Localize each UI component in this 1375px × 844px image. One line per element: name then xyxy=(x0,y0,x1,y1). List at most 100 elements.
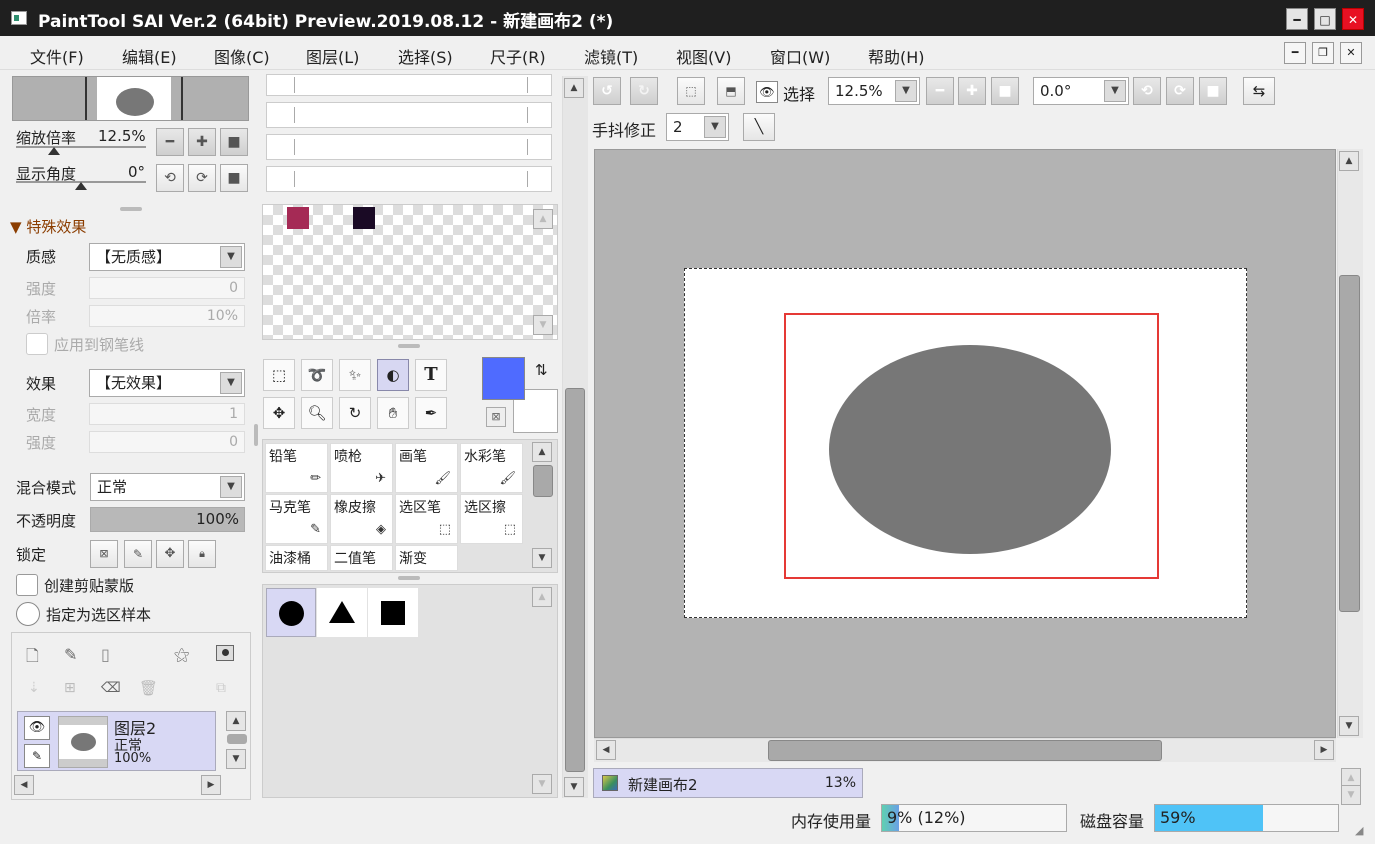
clear-layer-icon[interactable]: ⌫ xyxy=(101,680,121,696)
apply-pen-checkbox[interactable] xyxy=(26,333,48,355)
canvas-zoom-in-button[interactable]: ✚ xyxy=(958,77,986,105)
swap-colors-icon[interactable]: ⇅ xyxy=(535,361,548,379)
angle-slider-handle[interactable] xyxy=(75,182,87,190)
brush-select-eraser[interactable]: 选区擦 ⬚ xyxy=(460,494,523,544)
flip-horizontal-button[interactable]: ⇆ xyxy=(1243,77,1275,105)
layer-scroll-down[interactable]: ▼ xyxy=(226,749,246,769)
panel-splitter[interactable] xyxy=(120,207,142,211)
layer-effect-icon[interactable]: ⚝ xyxy=(174,645,190,665)
menu-edit[interactable]: 编辑(E) xyxy=(122,44,177,68)
panel-splitter[interactable] xyxy=(398,576,420,580)
magic-wand-icon[interactable]: ✨︎ xyxy=(339,359,371,391)
doc-minimize-button[interactable]: ━ xyxy=(1284,42,1306,64)
lock-transparency-button[interactable]: ⊠ xyxy=(90,540,118,568)
brush-scroll-thumb[interactable] xyxy=(533,465,553,497)
pencil-icon[interactable]: ✎ xyxy=(24,744,50,768)
rotate-reset-button[interactable]: ■ xyxy=(220,164,248,192)
swatch-1[interactable] xyxy=(287,207,309,229)
shape-scroll-up[interactable]: ▲ xyxy=(532,587,552,607)
menu-image[interactable]: 图像(C) xyxy=(214,44,270,68)
new-folder-icon[interactable]: ▯ xyxy=(101,645,110,664)
eye-icon[interactable]: 👁︎ xyxy=(756,81,778,103)
swatch-2[interactable] xyxy=(353,207,375,229)
canvas-hscroll-thumb[interactable] xyxy=(768,740,1162,761)
zoom-reset-button[interactable]: ■ xyxy=(220,128,248,156)
canvas-document[interactable] xyxy=(684,268,1247,618)
color-swatches[interactable]: ▲ ▼ xyxy=(262,204,558,340)
delete-layer-icon[interactable]: 🗑︎ xyxy=(139,679,158,697)
panel-resize-handle[interactable] xyxy=(254,424,258,446)
doc-restore-button[interactable]: ❐ xyxy=(1312,42,1334,64)
blend-select[interactable]: 正常 ▼ xyxy=(90,473,245,501)
brush-select-pen[interactable]: 选区笔 ⬚ xyxy=(395,494,458,544)
rotate-left-button[interactable]: ⟲ xyxy=(156,164,184,192)
menu-window[interactable]: 窗口(W) xyxy=(770,44,830,68)
canvas-scroll-right[interactable]: ▶ xyxy=(1314,740,1334,760)
layer-scroll-left[interactable]: ◀ xyxy=(14,775,34,795)
lock-paint-button[interactable]: ✎ xyxy=(124,540,152,568)
zoom-slider[interactable] xyxy=(16,146,146,148)
tabs-scroll-down[interactable]: ▼ xyxy=(1341,785,1361,805)
shape-tool-icon[interactable]: ◐ xyxy=(377,359,409,391)
tools-scroll-up[interactable]: ▲ xyxy=(564,78,584,98)
merge-down-icon[interactable]: ⇣ xyxy=(28,680,40,696)
canvas-rotate-right-button[interactable]: ⟳ xyxy=(1166,77,1194,105)
brush-scroll-up[interactable]: ▲ xyxy=(532,442,552,462)
menu-file[interactable]: 文件(F) xyxy=(30,44,84,68)
shape-circle[interactable] xyxy=(266,588,316,637)
canvas-scroll-left[interactable]: ◀ xyxy=(596,740,616,760)
canvas-rotate-reset-button[interactable]: ■ xyxy=(1199,77,1227,105)
brush-watercolor[interactable]: 水彩笔 🖌︎ xyxy=(460,443,523,493)
ellipse-shape[interactable] xyxy=(829,345,1111,554)
navigator-preview[interactable] xyxy=(12,76,249,121)
resize-grip-icon[interactable]: ◢ xyxy=(1355,824,1363,837)
sample-toggle[interactable] xyxy=(16,602,40,626)
move-icon[interactable]: ✥ xyxy=(263,397,295,429)
menu-select[interactable]: 选择(S) xyxy=(398,44,453,68)
new-layer-icon[interactable]: 🗋︎ xyxy=(26,645,39,672)
shape-triangle[interactable] xyxy=(317,588,367,637)
tools-scroll-thumb[interactable] xyxy=(565,388,585,772)
brush-param-slider-1[interactable] xyxy=(266,74,552,96)
brush-param-slider-4[interactable] xyxy=(266,166,552,192)
canvas-zoom-reset-button[interactable]: ■ xyxy=(991,77,1019,105)
brush-param-slider-3[interactable] xyxy=(266,134,552,160)
effect-select[interactable]: 【无效果】 ▼ xyxy=(89,369,245,397)
layer-item-selected[interactable]: 👁︎ ✎ 图层2 正常 100% xyxy=(17,711,216,771)
primary-color[interactable] xyxy=(482,357,525,400)
rotate-icon[interactable]: ↻ xyxy=(339,397,371,429)
swatch-scroll-up[interactable]: ▲ xyxy=(533,209,553,229)
canvas-vscroll-thumb[interactable] xyxy=(1339,275,1360,612)
canvas-scroll-up[interactable]: ▲ xyxy=(1339,151,1359,171)
text-tool-icon[interactable]: T xyxy=(415,359,447,391)
brush-gradient[interactable]: 渐变 xyxy=(395,545,458,571)
layer-scroll-up[interactable]: ▲ xyxy=(226,711,246,731)
zoom-out-button[interactable]: ━ xyxy=(156,128,184,156)
add-layer-icon[interactable]: ⊞ xyxy=(64,680,76,696)
undo-button[interactable]: ↺ xyxy=(593,77,621,105)
rotate-right-button[interactable]: ⟳ xyxy=(188,164,216,192)
texture-select[interactable]: 【无质感】 ▼ xyxy=(89,243,245,271)
menu-view[interactable]: 视图(V) xyxy=(676,44,731,68)
lock-move-button[interactable]: ✥ xyxy=(156,540,184,568)
brush-scroll-down[interactable]: ▼ xyxy=(532,548,552,568)
menu-layer[interactable]: 图层(L) xyxy=(306,44,359,68)
canvas-viewport[interactable] xyxy=(594,149,1336,738)
brush-binary[interactable]: 二值笔 xyxy=(330,545,393,571)
menu-filter[interactable]: 滤镜(T) xyxy=(584,44,638,68)
invert-select-button[interactable]: ⬒ xyxy=(717,77,745,105)
menu-ruler[interactable]: 尺子(R) xyxy=(490,44,546,68)
close-button[interactable]: ✕ xyxy=(1342,8,1364,30)
lasso-icon[interactable]: ➰ xyxy=(301,359,333,391)
brush-bucket[interactable]: 油漆桶 xyxy=(265,545,328,571)
swatch-scroll-down[interactable]: ▼ xyxy=(533,315,553,335)
eye-icon[interactable]: 👁︎ xyxy=(24,716,50,740)
stabilizer-select[interactable]: 2 ▼ xyxy=(666,113,729,141)
brush-param-slider-2[interactable] xyxy=(266,102,552,128)
brush-pencil[interactable]: 铅笔 ✏︎ xyxy=(265,443,328,493)
brush-airbrush[interactable]: 喷枪 ✈︎ xyxy=(330,443,393,493)
canvas-zoom-out-button[interactable]: ━ xyxy=(926,77,954,105)
minimize-button[interactable]: ━ xyxy=(1286,8,1308,30)
layer-scroll-thumb[interactable] xyxy=(227,734,247,744)
layer-mask-apply-icon[interactable]: ⧉ xyxy=(216,680,226,696)
